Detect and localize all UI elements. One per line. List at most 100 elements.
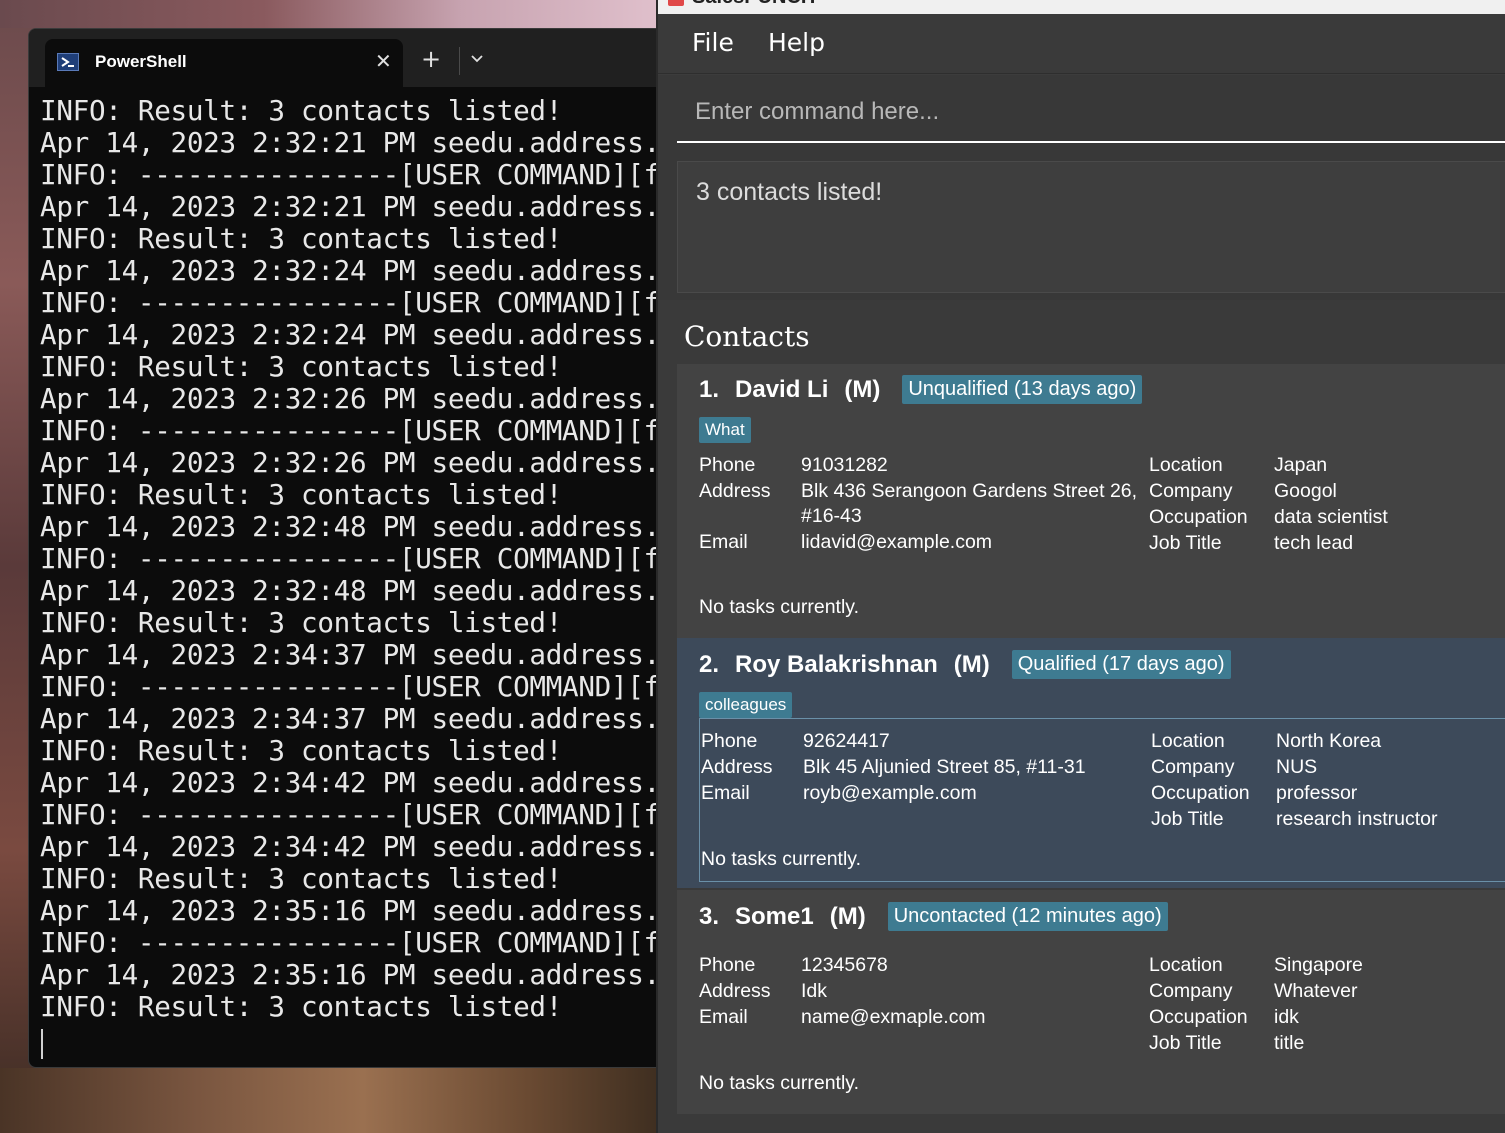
email-label: Email — [699, 531, 748, 553]
phone-value: 12345678 — [801, 954, 888, 976]
job-title-value: research instructor — [1276, 808, 1438, 830]
desktop-wallpaper-bottom — [0, 1068, 660, 1133]
company-value: Whatever — [1274, 980, 1358, 1002]
desktop-wallpaper-top — [0, 0, 660, 28]
job-title-label: Job Title — [1149, 532, 1222, 554]
terminal-line: Apr 14, 2023 2:32:21 PM seedu.address.l — [40, 127, 660, 159]
address-label: Address — [701, 756, 773, 778]
terminal-line: INFO: Result: 3 contacts listed! — [40, 991, 563, 1023]
location-label: Location — [1149, 454, 1223, 476]
chevron-down-icon[interactable] — [469, 51, 485, 67]
occupation-value: idk — [1274, 1006, 1299, 1028]
address-value: Idk — [801, 980, 828, 1002]
terminal-line: Apr 14, 2023 2:34:42 PM seedu.address.u — [40, 831, 660, 863]
terminal-line: INFO: Result: 3 contacts listed! — [40, 95, 563, 127]
terminal-line: INFO: Result: 3 contacts listed! — [40, 735, 563, 767]
occupation-label: Occupation — [1149, 506, 1248, 528]
tasks-status: No tasks currently. — [699, 1072, 860, 1094]
location-label: Location — [1149, 954, 1223, 976]
terminal-line: INFO: ----------------[USER COMMAND][fi — [40, 287, 660, 319]
occupation-label: Occupation — [1151, 782, 1250, 804]
phone-value: 92624417 — [803, 730, 890, 752]
job-title-value: title — [1274, 1032, 1305, 1054]
terminal-line: Apr 14, 2023 2:35:16 PM seedu.address.u — [40, 959, 660, 991]
contact-index: 1. — [699, 375, 720, 403]
close-icon[interactable]: ✕ — [375, 51, 392, 71]
terminal-cursor — [41, 1029, 43, 1059]
app-titlebar: SalesPUNCH — [658, 0, 1505, 14]
result-display-area: 3 contacts listed! — [658, 155, 1505, 300]
terminal-output[interactable]: INFO: Result: 3 contacts listed! Apr 14, … — [29, 87, 667, 1067]
terminal-line: Apr 14, 2023 2:32:48 PM seedu.address.u — [40, 575, 660, 607]
terminal-line: INFO: Result: 3 contacts listed! — [40, 351, 563, 383]
email-label: Email — [699, 1006, 748, 1028]
contact-card-selected[interactable]: 2. Roy Balakrishnan (M) Qualified (17 da… — [677, 638, 1505, 888]
phone-label: Phone — [699, 954, 756, 976]
email-value: royb@example.com — [803, 782, 977, 804]
command-input[interactable] — [677, 83, 1505, 143]
email-value: name@exmaple.com — [801, 1006, 986, 1028]
email-value: lidavid@example.com — [801, 531, 993, 553]
company-value: NUS — [1276, 756, 1318, 778]
tasks-status: No tasks currently. — [701, 848, 862, 870]
job-title-value: tech lead — [1274, 532, 1354, 554]
tab-powershell[interactable]: PowerShell ✕ — [45, 39, 403, 87]
terminal-line: Apr 14, 2023 2:32:24 PM seedu.address.u — [40, 319, 660, 351]
new-tab-plus-icon[interactable]: + — [421, 47, 441, 71]
job-title-label: Job Title — [1151, 808, 1224, 830]
status-badge: Qualified (17 days ago) — [1011, 650, 1231, 679]
tab-title: PowerShell — [95, 52, 187, 71]
email-label: Email — [701, 782, 750, 804]
terminal-line: INFO: ----------------[USER COMMAND][fi — [40, 671, 660, 703]
contact-name: Roy Balakrishnan — [735, 650, 938, 678]
location-value: Japan — [1274, 454, 1328, 476]
terminal-titlebar: PowerShell ✕ + — [29, 29, 667, 87]
terminal-line: Apr 14, 2023 2:34:42 PM seedu.address.l — [40, 767, 660, 799]
tag-label: What — [699, 417, 751, 443]
terminal-line: INFO: Result: 3 contacts listed! — [40, 607, 563, 639]
contact-card[interactable]: 1. David Li (M) Unqualified (13 days ago… — [677, 364, 1505, 638]
tasks-status: No tasks currently. — [699, 596, 860, 618]
location-label: Location — [1151, 730, 1225, 752]
phone-value: 91031282 — [801, 454, 888, 476]
contact-card[interactable]: 3. Some1 (M) Uncontacted (12 minutes ago… — [677, 890, 1505, 1114]
command-box — [658, 75, 1505, 155]
terminal-line: Apr 14, 2023 2:32:48 PM seedu.address.l — [40, 511, 660, 543]
occupation-value: professor — [1276, 782, 1358, 804]
contact-index: 2. — [699, 650, 720, 678]
titlebar-divider — [459, 47, 460, 75]
terminal-line: Apr 14, 2023 2:32:21 PM seedu.address.u — [40, 191, 660, 223]
menu-help[interactable]: Help — [768, 28, 825, 57]
terminal-line: INFO: ----------------[USER COMMAND][fi — [40, 799, 660, 831]
menu-file[interactable]: File — [692, 28, 734, 57]
terminal-line: INFO: Result: 3 contacts listed! — [40, 223, 563, 255]
contact-gender: (M) — [829, 902, 866, 930]
company-value: Googol — [1274, 480, 1337, 502]
terminal-line: Apr 14, 2023 2:32:26 PM seedu.address.l — [40, 383, 660, 415]
app-title: SalesPUNCH — [692, 0, 815, 9]
phone-label: Phone — [699, 454, 756, 476]
address-value: Blk 436 Serangoon Gardens Street 26, — [801, 480, 1138, 502]
job-title-label: Job Title — [1149, 1032, 1222, 1054]
phone-label: Phone — [701, 730, 758, 752]
company-label: Company — [1151, 756, 1235, 778]
status-badge: Uncontacted (12 minutes ago) — [887, 902, 1168, 931]
app-logo-icon — [668, 0, 684, 6]
terminal-line: INFO: ----------------[USER COMMAND][fi — [40, 543, 660, 575]
terminal-line: Apr 14, 2023 2:34:37 PM seedu.address.u — [40, 703, 660, 735]
company-label: Company — [1149, 480, 1233, 502]
tag-label: colleagues — [699, 692, 793, 718]
terminal-line: INFO: ----------------[USER COMMAND][fi — [40, 927, 660, 959]
contact-gender: (M) — [953, 650, 990, 678]
powershell-icon — [57, 53, 79, 71]
terminal-line: Apr 14, 2023 2:35:16 PM seedu.address.l — [40, 895, 660, 927]
address-label: Address — [699, 480, 771, 502]
address-label: Address — [699, 980, 771, 1002]
company-label: Company — [1149, 980, 1233, 1002]
menu-bar: File Help — [658, 14, 1505, 74]
terminal-line: INFO: Result: 3 contacts listed! — [40, 479, 563, 511]
address-value-line2: #16-43 — [801, 505, 862, 527]
status-badge: Unqualified (13 days ago) — [902, 375, 1143, 404]
contact-name: Some1 — [735, 902, 814, 930]
contact-gender: (M) — [844, 375, 881, 403]
